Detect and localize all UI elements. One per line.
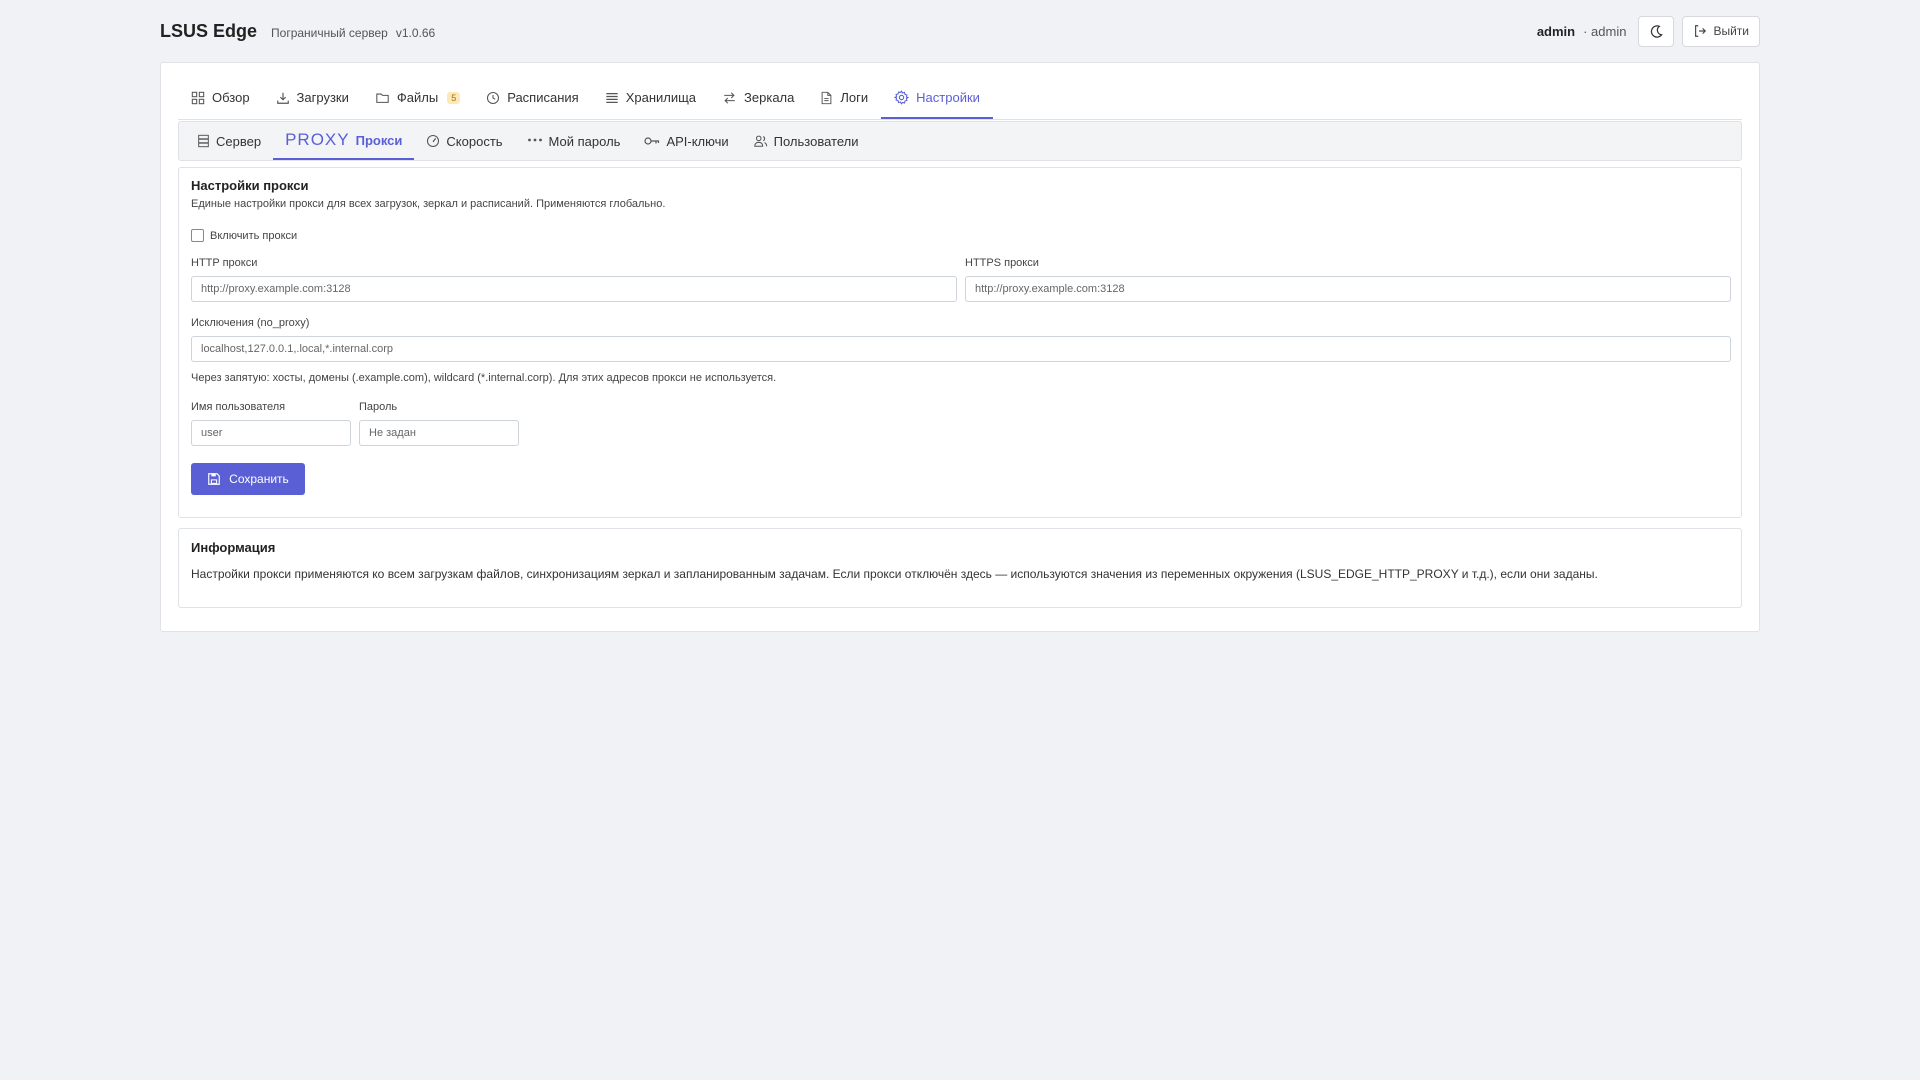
save-button[interactable]: Сохранить — [191, 463, 305, 495]
tab-logs[interactable]: Логи — [807, 77, 881, 118]
tab-downloads[interactable]: Загрузки — [263, 77, 362, 118]
info-title: Информация — [191, 540, 276, 555]
brand: LSUS Edge Пограничный сервер v1.0.66 — [160, 21, 435, 42]
tab-label: Логи — [840, 90, 869, 105]
subtab-users[interactable]: Пользователи — [741, 122, 871, 160]
theme-toggle-button[interactable] — [1638, 15, 1675, 47]
current-username: admin — [1536, 23, 1576, 39]
main-card: Обзор Загрузки Файлы 5 Расписания Хранил… — [160, 62, 1760, 632]
enable-proxy-label: Включить прокси — [210, 229, 298, 242]
tab-label: Зеркала — [744, 90, 795, 105]
file-icon — [822, 91, 832, 104]
subtab-my-password[interactable]: Мой пароль — [515, 122, 633, 160]
download-icon — [276, 92, 289, 104]
tab-storages[interactable]: Хранилища — [592, 77, 709, 118]
tab-mirrors[interactable]: Зеркала — [709, 77, 807, 118]
folder-icon — [376, 93, 389, 103]
tab-label: Загрузки — [296, 90, 349, 105]
tab-schedules[interactable]: Расписания — [473, 77, 591, 118]
proxy-settings-panel: Настройки прокси Единые настройки прокси… — [178, 167, 1742, 518]
https-proxy-label: HTTPS прокси — [965, 257, 1039, 269]
subtab-label: Сервер — [216, 133, 262, 149]
main-nav: Обзор Загрузки Файлы 5 Расписания Хранил… — [178, 77, 1742, 120]
clock-icon — [487, 91, 500, 104]
logout-button[interactable]: Выйти — [1682, 15, 1760, 47]
app-root: LSUS Edge Пограничный сервер v1.0.66 adm… — [160, 0, 1760, 632]
current-role: · admin — [1583, 23, 1627, 39]
checkbox-box[interactable] — [191, 229, 204, 242]
save-label: Сохранить — [229, 472, 289, 486]
info-text: Настройки прокси применяются ко всем заг… — [191, 567, 1598, 581]
user-box: admin · admin Выйти — [1536, 15, 1760, 47]
swap-icon — [724, 91, 735, 104]
tab-label: Настройки — [916, 89, 980, 105]
subtab-label: Мой пароль — [548, 133, 621, 149]
no-proxy-input[interactable] — [191, 336, 1731, 362]
proxy-settings-description: Единые настройки прокси для всех загрузо… — [191, 198, 666, 210]
dots-icon — [527, 138, 542, 142]
proxy-logo: PROXY — [285, 130, 350, 149]
tab-label: Хранилища — [625, 90, 697, 105]
app-version: v1.0.66 — [395, 25, 436, 40]
logout-icon — [1695, 25, 1707, 37]
subtab-label: Пользователи — [773, 133, 859, 149]
users-icon — [753, 135, 767, 147]
tab-label: Расписания — [507, 90, 579, 105]
subtab-server[interactable]: Сервер — [185, 122, 273, 160]
tab-settings[interactable]: Настройки — [881, 77, 993, 119]
moon-icon — [1650, 24, 1663, 38]
files-count-badge: 5 — [447, 91, 461, 104]
no-proxy-hint: Через запятую: хосты, домены (.example.c… — [191, 372, 777, 384]
subtab-label: API-ключи — [666, 133, 729, 149]
proxy-username-input[interactable] — [191, 420, 351, 446]
tab-files[interactable]: Файлы 5 — [362, 77, 473, 118]
http-proxy-label: HTTP прокси — [191, 257, 258, 269]
logout-label: Выйти — [1713, 24, 1749, 38]
password-label: Пароль — [359, 401, 398, 413]
subtab-proxy[interactable]: PROXY Прокси — [273, 122, 415, 160]
server-icon — [198, 134, 209, 148]
subtab-speed[interactable]: Скорость — [414, 122, 514, 160]
app-subtitle: Пограничный сервер — [271, 25, 388, 40]
subtab-api-keys[interactable]: API-ключи — [632, 122, 740, 160]
info-panel: Информация Настройки прокси применяются … — [178, 528, 1742, 608]
proxy-password-input[interactable] — [359, 420, 519, 446]
tab-overview[interactable]: Обзор — [178, 77, 263, 118]
proxy-settings-title: Настройки прокси — [191, 178, 309, 193]
username-label: Имя пользователя — [191, 401, 286, 413]
subtab-label: Скорость — [446, 133, 503, 149]
app-title: LSUS Edge — [160, 20, 258, 41]
no-proxy-label: Исключения (no_proxy) — [191, 317, 310, 329]
https-proxy-input[interactable] — [965, 276, 1731, 302]
grid-icon — [191, 91, 205, 104]
gear-icon — [894, 89, 910, 105]
subtab-label: Прокси — [355, 132, 403, 148]
http-proxy-input[interactable] — [191, 276, 957, 302]
tab-label: Обзор — [212, 90, 250, 105]
enable-proxy-checkbox[interactable]: Включить прокси — [191, 229, 297, 242]
speedometer-icon — [427, 134, 440, 148]
top-header: LSUS Edge Пограничный сервер v1.0.66 adm… — [160, 0, 1760, 62]
settings-subnav: Сервер PROXY Прокси Скорость Мой пароль … — [178, 121, 1742, 161]
save-icon — [208, 473, 220, 485]
key-icon — [644, 137, 660, 145]
storage-icon — [606, 92, 618, 103]
tab-label: Файлы — [396, 90, 439, 105]
